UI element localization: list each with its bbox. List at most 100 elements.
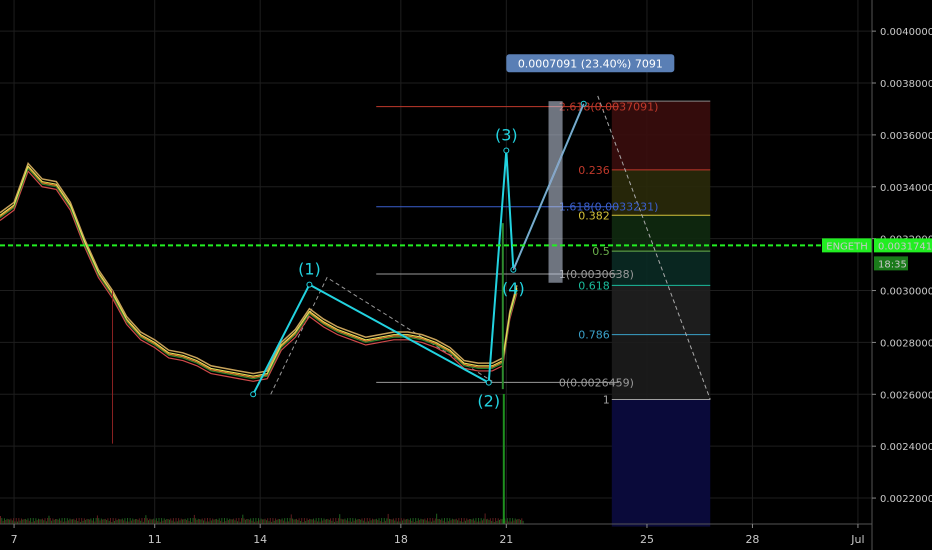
volume-bar xyxy=(185,520,187,524)
volume-bar xyxy=(100,518,102,524)
volume-bar xyxy=(167,519,169,524)
volume-bar xyxy=(343,519,345,524)
y-tick-label: 0.0038000 xyxy=(880,79,932,90)
volume-bar xyxy=(184,518,186,524)
volume-bar xyxy=(163,518,165,524)
volume-bar xyxy=(212,518,214,524)
volume-bar xyxy=(187,518,189,524)
wave-point[interactable] xyxy=(250,391,257,398)
volume-bar xyxy=(441,518,443,524)
volume-bar xyxy=(133,519,135,524)
volume-bar xyxy=(426,518,428,524)
price-chart[interactable]: 0.2360.3820.50.6180.7861 2.618(0.0037091… xyxy=(0,0,932,550)
volume-bar xyxy=(516,519,518,524)
volume-bar xyxy=(158,518,160,524)
wave-point[interactable] xyxy=(306,281,313,288)
y-tick-label: 0.0026000 xyxy=(880,390,932,401)
volume-bar xyxy=(102,519,104,524)
volume-bar xyxy=(294,519,296,524)
volume-bar xyxy=(378,518,380,524)
volume-bar xyxy=(27,518,29,524)
measure-box xyxy=(548,101,563,283)
volume-bar xyxy=(492,518,494,524)
fib-ext-label: 1.618(0.0033231) xyxy=(559,201,659,214)
volume-bar xyxy=(468,518,470,524)
volume-bar xyxy=(0,516,1,524)
volume-bar xyxy=(242,514,244,524)
volume-bar xyxy=(258,518,260,524)
volume-bar xyxy=(392,518,394,524)
volume-bar xyxy=(409,518,411,524)
volume-bar xyxy=(466,518,468,524)
volume-bar xyxy=(440,519,442,524)
volume-bar xyxy=(284,518,286,524)
volume-bar xyxy=(484,513,486,524)
volume-bar xyxy=(475,518,477,524)
volume-bar xyxy=(391,519,393,524)
volume-bar xyxy=(394,520,396,524)
volume-bar xyxy=(75,518,77,524)
volume-bar xyxy=(223,518,225,524)
volume-bar xyxy=(55,518,57,524)
volume-bar xyxy=(119,519,121,524)
volume-bar xyxy=(489,518,491,524)
volume-bar xyxy=(470,519,472,524)
volume-bar xyxy=(297,520,299,524)
volume-bar xyxy=(280,519,282,524)
fib-ext-label: 2.618(0.0037091) xyxy=(559,101,659,114)
volume-bar xyxy=(518,518,520,524)
volume-bar xyxy=(314,520,316,524)
volume-bar xyxy=(32,518,34,524)
volume-bar xyxy=(68,520,70,524)
volume-bar xyxy=(337,518,339,524)
x-tick-label: 25 xyxy=(640,533,654,546)
volume-bar xyxy=(501,519,503,524)
volume-bar xyxy=(1,518,3,524)
wave-point[interactable] xyxy=(485,379,492,386)
volume-bar xyxy=(35,518,37,524)
volume-bar xyxy=(92,518,94,524)
volume-bar xyxy=(137,519,139,524)
volume-bar xyxy=(130,520,132,524)
volume-bar xyxy=(252,518,254,524)
y-tick-label: 0.0040000 xyxy=(880,27,932,38)
fib-level-label: 0.786 xyxy=(578,329,610,342)
volume-bar xyxy=(145,515,147,524)
volume-bar xyxy=(103,519,105,524)
volume-bar xyxy=(374,519,376,524)
volume-bar xyxy=(83,518,85,524)
volume-bar xyxy=(24,518,26,524)
volume-bar xyxy=(506,518,508,524)
volume-bar xyxy=(153,518,155,524)
volume-bar xyxy=(30,518,32,524)
volume-bar xyxy=(216,518,218,524)
volume-bar xyxy=(463,518,465,524)
volume-bar xyxy=(87,519,89,524)
volume-bar xyxy=(349,518,351,524)
volume-bar xyxy=(497,518,499,524)
volume-bar xyxy=(419,520,421,524)
volume-bar xyxy=(420,518,422,524)
volume-bar xyxy=(72,519,74,524)
wave-point[interactable] xyxy=(503,147,510,154)
volume-bar xyxy=(499,519,501,524)
volume-bar xyxy=(91,520,93,524)
volume-bar xyxy=(381,518,383,524)
volume-bar xyxy=(306,518,308,524)
volume-bar xyxy=(406,519,408,524)
volume-bar xyxy=(272,518,274,524)
volume-bar xyxy=(6,518,8,524)
volume-bar xyxy=(129,518,131,524)
wave-label: (2) xyxy=(477,392,500,411)
volume-bar xyxy=(434,518,436,524)
volume-bar xyxy=(13,518,15,524)
volume-bar xyxy=(404,519,406,524)
volume-bar xyxy=(115,518,117,524)
volume-bar xyxy=(20,518,22,524)
volume-bar xyxy=(136,518,138,524)
volume-bar xyxy=(485,519,487,524)
volume-bar xyxy=(395,518,397,524)
volume-bar xyxy=(193,514,195,524)
volume-bar xyxy=(260,518,262,524)
volume-bar xyxy=(467,519,469,524)
